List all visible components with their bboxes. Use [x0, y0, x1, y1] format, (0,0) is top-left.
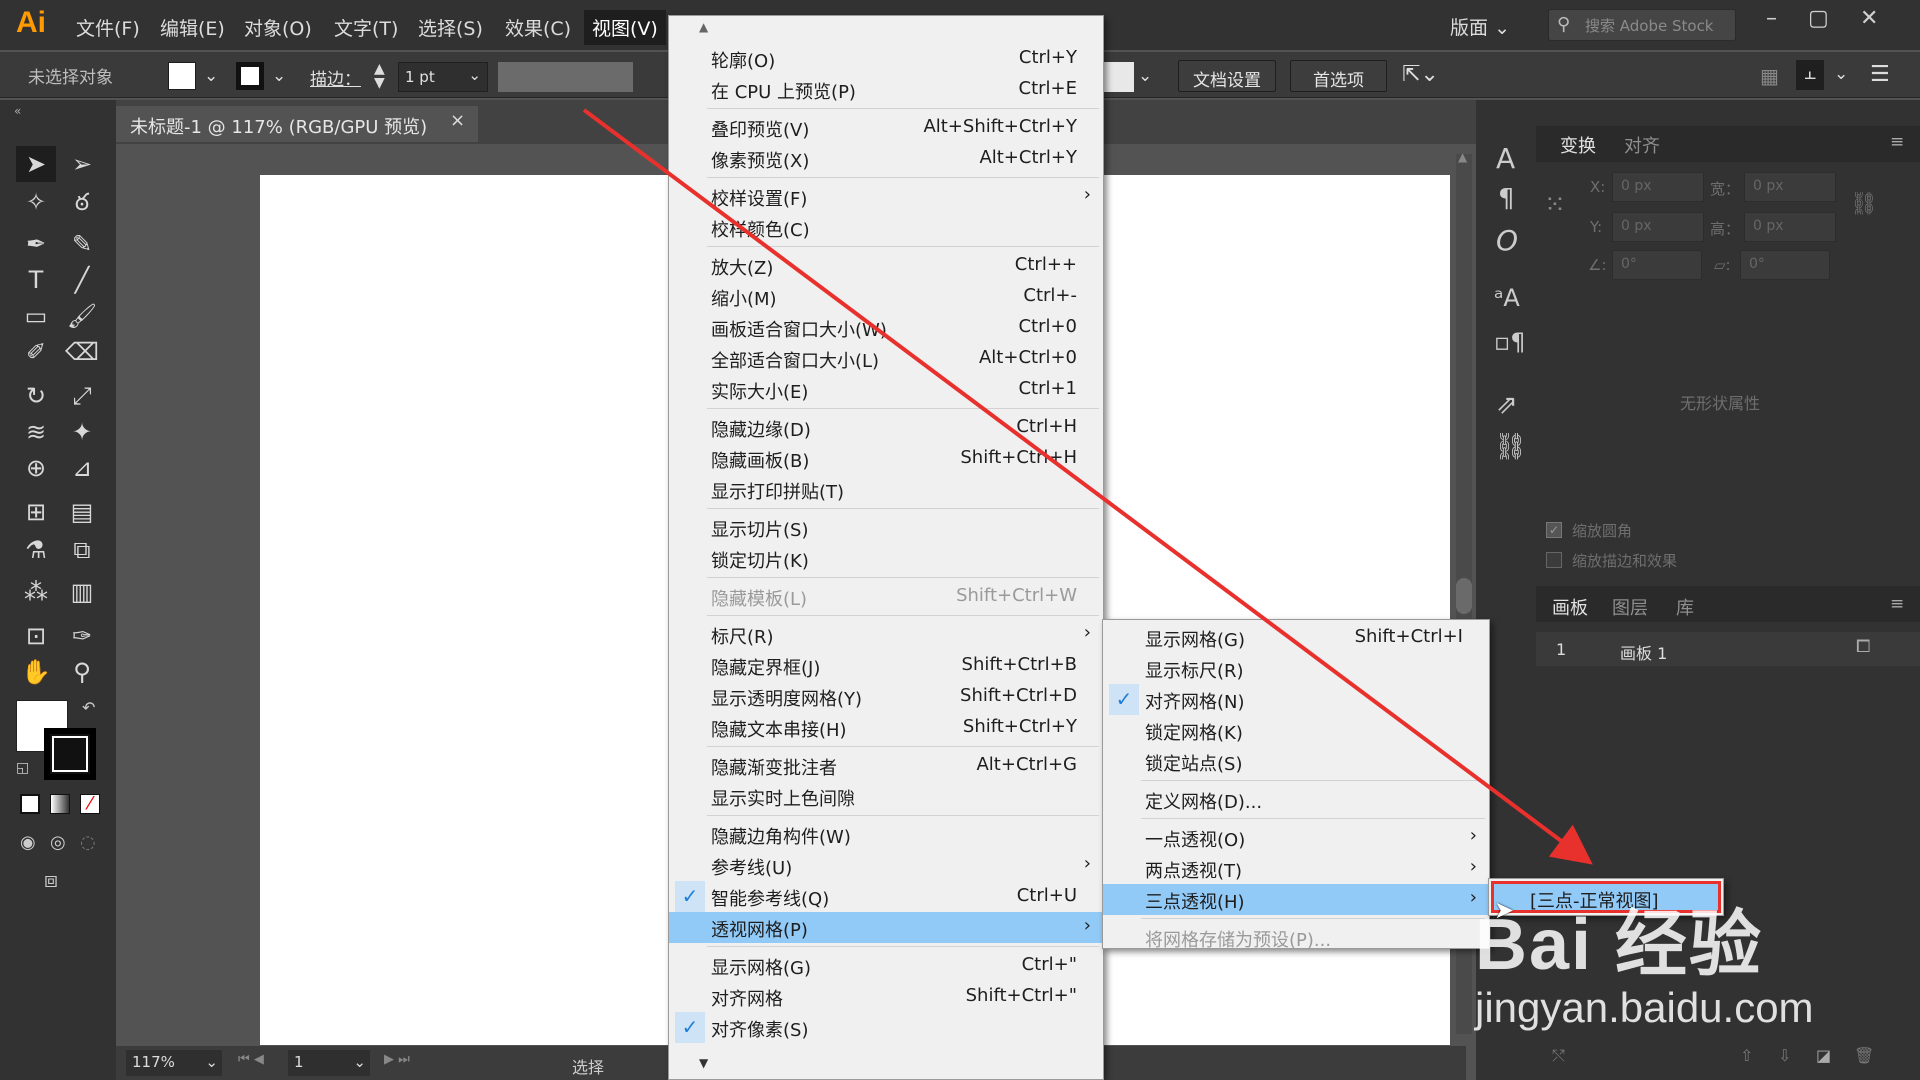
watermark-line2: jingyan.baidu.com — [1475, 984, 1814, 1031]
watermark-line1: Bai 经验 — [1475, 905, 1764, 985]
baidu-watermark: Bai 经验 jingyan.baidu.com — [1475, 905, 1814, 1031]
